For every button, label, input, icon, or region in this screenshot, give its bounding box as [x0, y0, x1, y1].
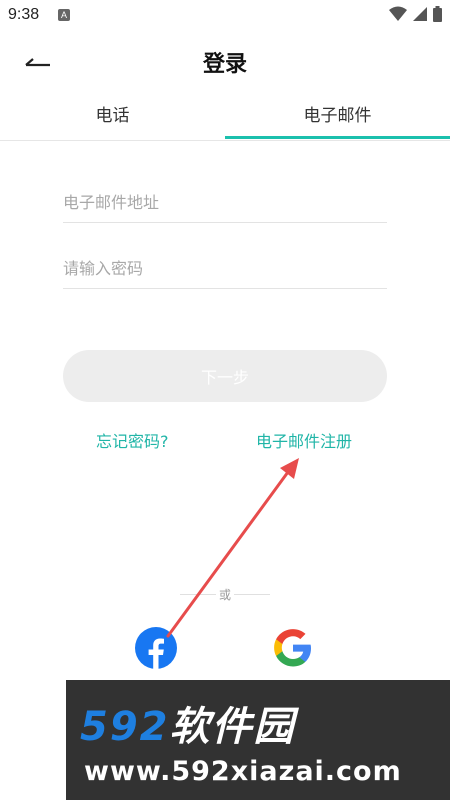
- watermark-brand-name: 软件园: [169, 704, 296, 750]
- facebook-login-button[interactable]: [134, 626, 178, 670]
- tab-email[interactable]: 电子邮件: [225, 96, 450, 140]
- google-icon: [274, 629, 311, 667]
- email-field-container: [63, 182, 387, 223]
- next-button[interactable]: 下一步: [63, 350, 387, 402]
- active-tab-indicator: [225, 136, 450, 139]
- divider-line-right: [234, 594, 270, 595]
- facebook-icon: [135, 627, 177, 670]
- app-notification-icon: A: [58, 9, 70, 21]
- status-icons: [389, 6, 442, 22]
- wifi-icon: [389, 6, 407, 21]
- signal-icon: [413, 7, 427, 21]
- forgot-password-link[interactable]: 忘记密码?: [96, 428, 169, 452]
- email-input[interactable]: [63, 182, 387, 222]
- login-method-tabs: 电话 电子邮件: [0, 96, 450, 141]
- page-title: 登录: [202, 52, 247, 77]
- battery-icon: [433, 6, 442, 22]
- tab-phone[interactable]: 电话: [0, 96, 225, 140]
- password-field-container: [63, 248, 387, 289]
- google-login-button[interactable]: [271, 626, 315, 670]
- status-bar: 9:38 A: [0, 0, 450, 30]
- watermark-banner: 592软件园 www.592xiazai.com: [66, 680, 450, 800]
- watermark-logo: 592软件园: [80, 694, 296, 752]
- watermark-url: www.592xiazai.com: [84, 756, 402, 787]
- email-register-link[interactable]: 电子邮件注册: [256, 428, 352, 452]
- status-time: 9:38: [8, 6, 40, 23]
- divider-text: 或: [218, 588, 231, 602]
- watermark-brand-number: 592: [80, 704, 170, 750]
- password-input[interactable]: [63, 248, 387, 288]
- or-divider: 或: [0, 584, 450, 604]
